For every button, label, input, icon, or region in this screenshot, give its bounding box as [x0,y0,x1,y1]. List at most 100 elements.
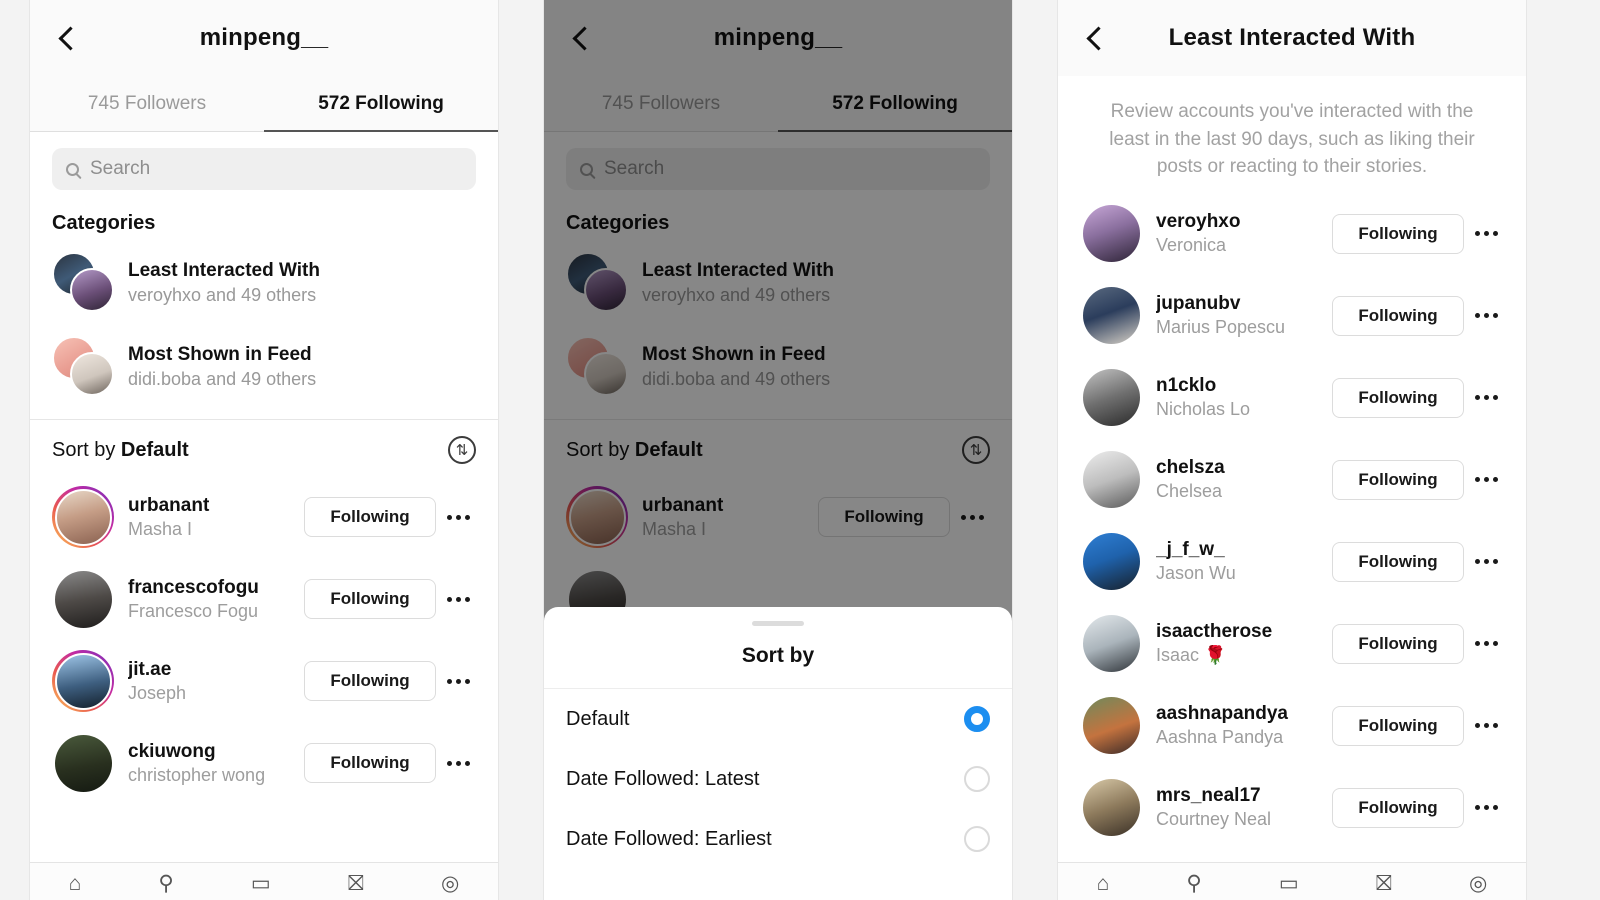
shop-icon[interactable]: ⛝ [348,873,364,894]
avatar [1082,615,1140,673]
avatar-story-ring[interactable] [566,486,628,548]
avatar-story-ring[interactable] [52,650,114,712]
more-options-icon[interactable] [436,497,480,537]
profile-avatar-icon[interactable]: ◎ [441,873,459,894]
radio-button[interactable] [964,826,990,852]
list-item[interactable]: n1cklo Nicholas Lo Following [1058,357,1526,439]
list-item[interactable]: mrs_neal17 Courtney Neal Following [1058,767,1526,849]
tab-followers[interactable]: 745 Followers [30,76,264,131]
category-least-interacted-with[interactable]: Least Interacted With veroyhxo and 49 ot… [30,241,498,325]
sort-label: Sort by Default [52,439,189,462]
more-options-icon[interactable] [1464,378,1508,418]
following-button[interactable]: Following [1332,705,1464,746]
list-item[interactable]: urbanant Masha I Following [544,476,1012,558]
fullname: Veronica [1156,235,1227,256]
profile-avatar-icon[interactable]: ◎ [1469,873,1487,894]
more-options-icon[interactable] [436,743,480,783]
username: jit.ae [128,658,172,680]
search-icon[interactable]: ⚲ [1186,873,1201,894]
avatar-wrapper[interactable] [1080,531,1142,593]
more-options-icon[interactable] [1464,788,1508,828]
avatar-wrapper[interactable] [52,732,114,794]
more-options-icon[interactable] [1464,706,1508,746]
list-item[interactable]: francescofogu Francesco Fogu Following [30,558,498,640]
avatar-wrapper[interactable] [1080,695,1142,757]
username: isaactherose [1156,621,1273,643]
list-item[interactable]: chelsza Chelsea Following [1058,439,1526,521]
search-input[interactable]: Search [566,148,990,190]
more-options-icon[interactable] [1464,542,1508,582]
radio-button[interactable] [964,766,990,792]
list-item[interactable]: jit.ae Joseph Following [30,640,498,722]
back-button[interactable] [560,16,604,60]
avatar [568,488,626,546]
avatar-wrapper[interactable] [1080,203,1142,265]
panel1-scroll-body[interactable]: Search Categories Least Interacted With … [30,132,498,900]
following-button[interactable]: Following [1332,213,1464,254]
radio-button-selected[interactable] [964,706,990,732]
avatar-story-ring[interactable] [52,486,114,548]
following-button[interactable]: Following [818,497,950,537]
following-button[interactable]: Following [1332,459,1464,500]
shop-icon[interactable]: ⛝ [1376,873,1392,894]
search-icon[interactable]: ⚲ [158,873,173,894]
avatar-wrapper[interactable] [1080,367,1142,429]
sort-value: Default [634,438,703,461]
more-options-icon[interactable] [1464,624,1508,664]
category-least-interacted-with[interactable]: Least Interacted With veroyhxo and 49 ot… [544,241,1012,325]
tab-following[interactable]: 572 Following [778,76,1012,132]
sort-option-default[interactable]: Default [544,689,1012,749]
following-button[interactable]: Following [1332,541,1464,582]
username: jupanubv [1156,293,1241,315]
sort-arrows-icon[interactable]: ⇅ [962,436,990,464]
more-options-icon[interactable] [436,579,480,619]
more-options-icon[interactable] [1464,296,1508,336]
avatar-wrapper[interactable] [52,568,114,630]
list-item[interactable]: jupanubv Marius Popescu Following [1058,275,1526,357]
home-icon[interactable]: ⌂ [1097,873,1110,894]
panel3-scroll-body[interactable]: Review accounts you've interacted with t… [1058,76,1526,900]
avatar [1082,205,1140,263]
reels-icon[interactable]: ▭ [251,873,271,894]
avatar-wrapper[interactable] [1080,449,1142,511]
tab-following[interactable]: 572 Following [264,76,498,132]
avatar-wrapper[interactable] [1080,777,1142,839]
following-button[interactable]: Following [1332,377,1464,418]
username: aashnapandya [1156,703,1288,725]
back-button[interactable] [46,16,90,60]
following-button[interactable]: Following [1332,787,1464,828]
user-meta: urbanant Masha I [128,495,304,540]
user-meta: isaactherose Isaac 🌹 [1156,621,1332,666]
search-input[interactable]: Search [52,148,476,190]
tab-followers[interactable]: 745 Followers [544,76,778,131]
more-options-icon[interactable] [1464,460,1508,500]
sort-option-date-earliest[interactable]: Date Followed: Earliest [544,809,1012,869]
more-options-icon[interactable] [436,661,480,701]
sort-option-label: Date Followed: Earliest [566,827,772,850]
chevron-left-icon [572,25,597,51]
avatar-wrapper[interactable] [1080,613,1142,675]
list-item[interactable]: urbanant Masha I Following [30,476,498,558]
sort-arrows-icon[interactable]: ⇅ [448,436,476,464]
reels-icon[interactable]: ▭ [1279,873,1299,894]
back-button[interactable] [1074,16,1118,60]
more-options-icon[interactable] [1464,214,1508,254]
avatar [1082,287,1140,345]
list-item[interactable]: aashnapandya Aashna Pandya Following [1058,685,1526,767]
list-item[interactable]: isaactherose Isaac 🌹 Following [1058,603,1526,685]
list-item[interactable]: veroyhxo Veronica Following [1058,193,1526,275]
following-button[interactable]: Following [304,743,436,783]
following-button[interactable]: Following [304,579,436,619]
following-button[interactable]: Following [304,661,436,701]
list-item[interactable]: _j_f_w_ Jason Wu Following [1058,521,1526,603]
following-button[interactable]: Following [1332,623,1464,664]
category-most-shown-in-feed[interactable]: Most Shown in Feed didi.boba and 49 othe… [544,325,1012,409]
following-button[interactable]: Following [1332,295,1464,336]
more-options-icon[interactable] [950,497,994,537]
avatar-wrapper[interactable] [1080,285,1142,347]
sort-option-date-latest[interactable]: Date Followed: Latest [544,749,1012,809]
list-item[interactable]: ckiuwong christopher wong Following [30,722,498,804]
home-icon[interactable]: ⌂ [69,873,82,894]
following-button[interactable]: Following [304,497,436,537]
category-most-shown-in-feed[interactable]: Most Shown in Feed didi.boba and 49 othe… [30,325,498,409]
